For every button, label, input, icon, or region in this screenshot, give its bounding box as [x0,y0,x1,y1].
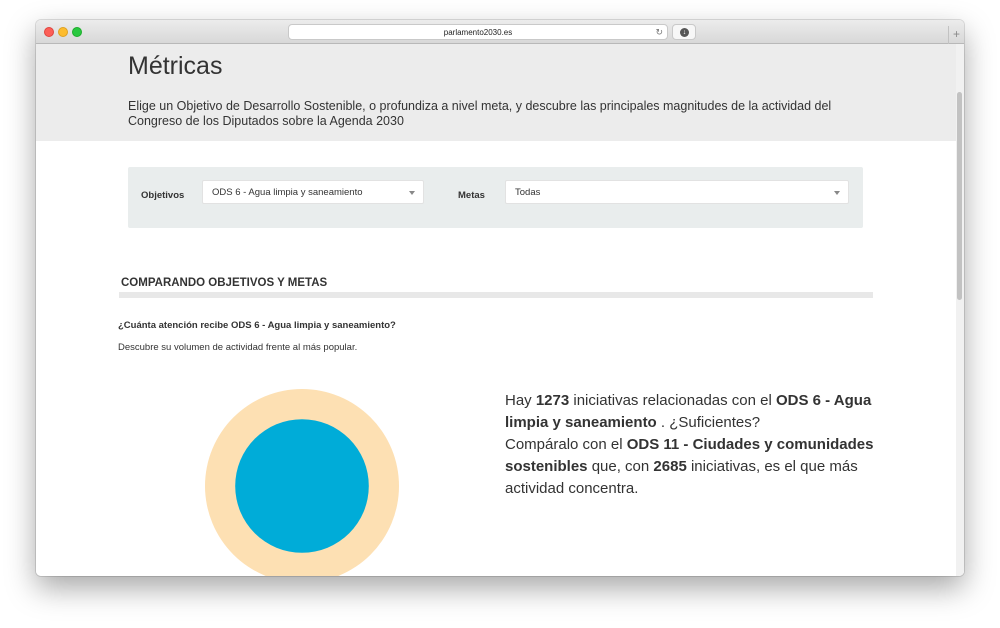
section-description: Descubre su volumen de actividad frente … [118,342,358,353]
bubble-selected-objective[interactable] [235,419,369,553]
chevron-down-icon [409,191,415,195]
page-title: Métricas [128,52,223,80]
bubble-chart [205,389,399,576]
objetivos-label: Objetivos [141,190,185,201]
stats-text-fragment: que, con [587,458,654,475]
metas-label: Metas [458,190,485,201]
objetivos-select-value: ODS 6 - Agua limpia y saneamiento [212,187,363,198]
minimize-window-button[interactable] [58,27,68,37]
download-button[interactable]: ↓ [672,24,696,40]
page-header: Métricas Elige un Objetivo de Desarrollo… [36,44,956,141]
section-heading: COMPARANDO OBJETIVOS Y METAS [121,277,328,289]
stats-text: Hay 1273 iniciativas relacionadas con el… [505,390,875,500]
stats-text-fragment: Compáralo con el [505,436,627,453]
zoom-window-button[interactable] [72,27,82,37]
page-content: Métricas Elige un Objetivo de Desarrollo… [36,44,964,576]
metas-select-value: Todas [515,187,541,198]
selected-count: 1273 [535,392,570,409]
download-icon: ↓ [680,28,689,37]
chevron-down-icon [834,191,840,195]
plus-icon[interactable]: + [948,26,964,44]
section-question: ¿Cuánta atención recibe ODS 6 - Agua lim… [118,320,396,331]
close-window-button[interactable] [44,27,54,37]
stats-text-fragment: Hay [505,392,536,409]
address-bar[interactable]: parlamento2030.es ↻ [288,24,668,40]
stats-text-fragment: iniciativas relacionadas con el [569,392,776,409]
reload-icon[interactable]: ↻ [655,25,663,40]
filters-panel: Objetivos ODS 6 - Agua limpia y saneamie… [128,167,863,228]
vertical-scrollbar[interactable] [956,44,964,576]
browser-window: parlamento2030.es ↻ ↓ + Métricas Elige u… [36,20,964,576]
stats-text-fragment: . ¿Suficientes? [656,414,761,431]
metas-select[interactable]: Todas [505,180,849,204]
page-subtitle: Elige un Objetivo de Desarrollo Sostenib… [128,99,832,128]
address-text: parlamento2030.es [443,28,513,37]
browser-titlebar: parlamento2030.es ↻ ↓ + [36,20,964,44]
section-divider [119,292,873,298]
objetivos-select[interactable]: ODS 6 - Agua limpia y saneamiento [202,180,424,204]
top-count: 2685 [653,458,687,475]
scrollbar-thumb[interactable] [957,92,962,300]
